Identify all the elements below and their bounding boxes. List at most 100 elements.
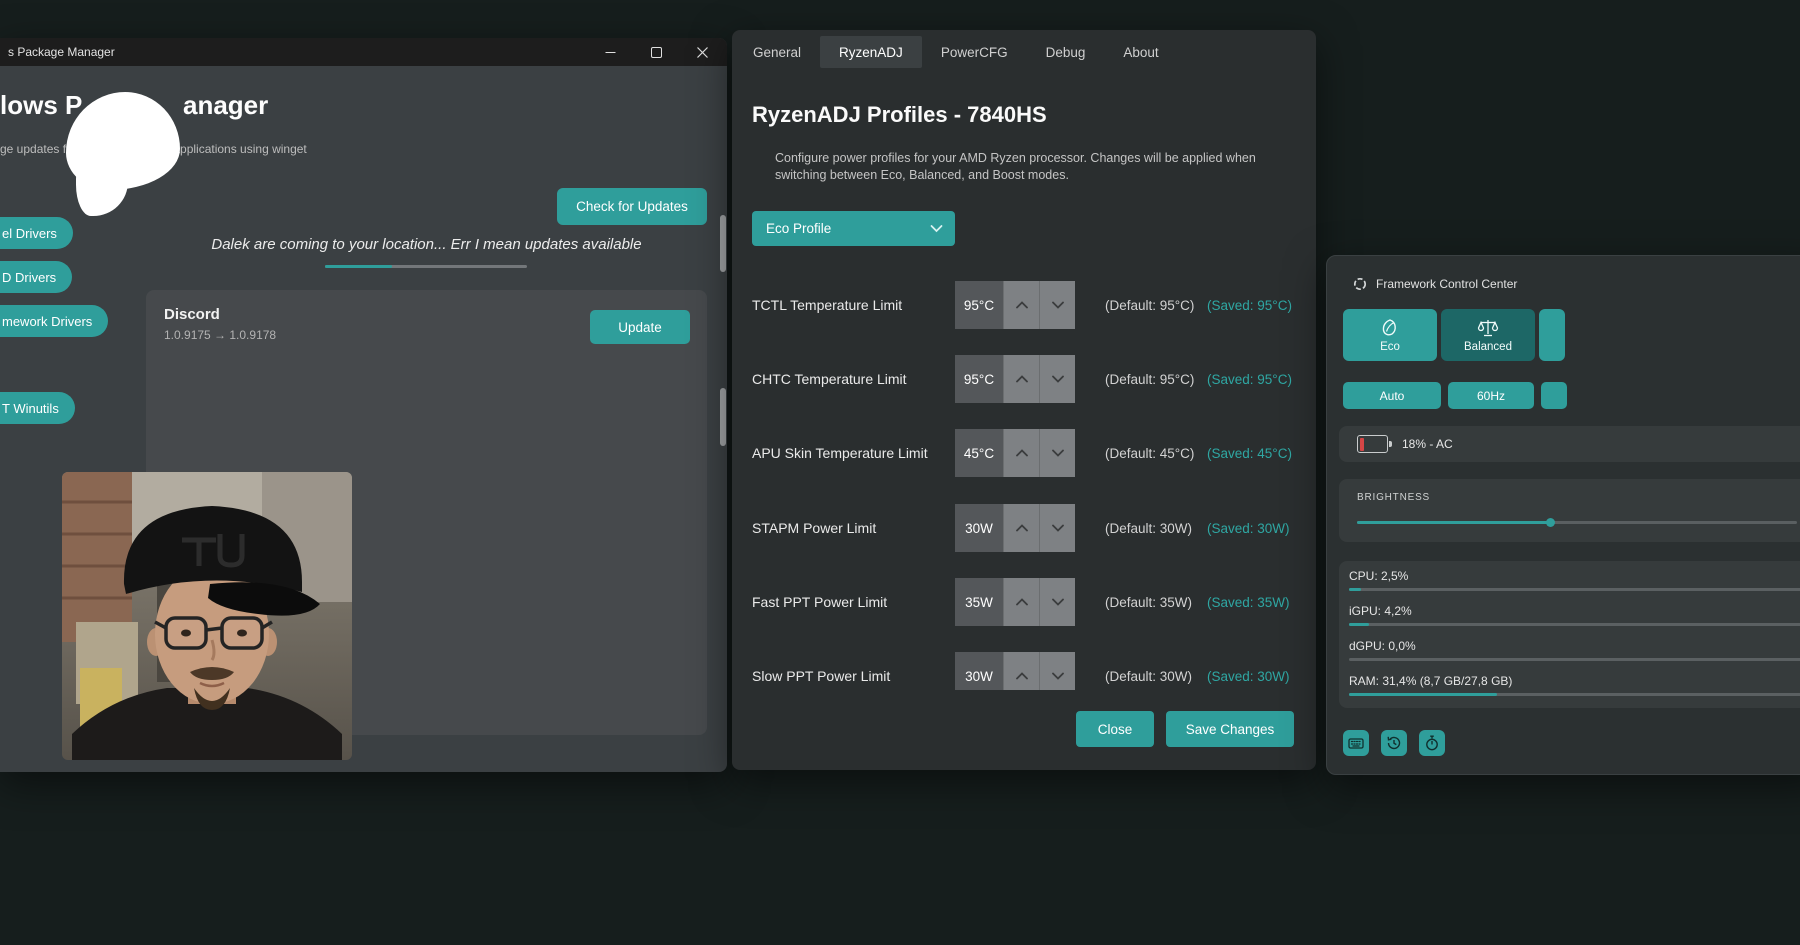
driver-button-intel[interactable]: el Drivers [0,217,73,249]
tab-bar: General RyzenADJ PowerCFG Debug About [734,36,1178,68]
spinner-value: 30W [955,652,1003,690]
check-for-updates-button[interactable]: Check for Updates [557,188,707,225]
chevron-down-icon [930,224,943,233]
setting-row-stapm: STAPM Power Limit 30W (Default: 30W) (Sa… [732,504,1316,552]
profile-button-balanced[interactable]: Balanced [1441,309,1535,361]
profile-button-label: Balanced [1464,341,1512,353]
spinner-down-button[interactable] [1039,281,1075,329]
setting-label: Fast PPT Power Limit [752,578,887,626]
mode-button-clipped[interactable] [1541,382,1567,409]
setting-label: TCTL Temperature Limit [752,281,902,329]
page-title: lows P [0,90,82,121]
spinner-down-button[interactable] [1039,429,1075,477]
driver-button-label: el Drivers [2,226,57,241]
close-icon [697,47,708,58]
chevron-up-icon [1016,449,1028,457]
brightness-section: BRIGHTNESS [1339,479,1800,542]
profile-dropdown-value: Eco Profile [766,221,831,236]
section-title: RyzenADJ Profiles - 7840HS [752,102,1047,128]
titlebar[interactable]: s Package Manager [0,38,727,66]
minimize-button[interactable] [587,38,633,66]
spinner-up-button[interactable] [1003,281,1039,329]
chevron-up-icon [1016,598,1028,606]
chevron-down-icon [1052,301,1064,309]
profile-button-clipped[interactable] [1539,309,1565,361]
driver-button-amd[interactable]: D Drivers [0,261,72,293]
close-button[interactable] [679,38,725,66]
update-button[interactable]: Update [590,310,690,344]
stat-ram: RAM: 31,4% (8,7 GB/27,8 GB) [1349,674,1800,696]
battery-text: 18% - AC [1402,437,1453,451]
section-description: Configure power profiles for your AMD Ry… [775,150,1256,184]
setting-label: APU Skin Temperature Limit [752,429,928,477]
spinner-value: 30W [955,504,1003,552]
spinner-down-button[interactable] [1039,355,1075,403]
stat-fill [1349,588,1361,591]
stopwatch-icon [1423,734,1441,752]
keyboard-icon [1347,734,1365,752]
stat-label: iGPU: 4,2% [1349,604,1800,618]
stat-dgpu: dGPU: 0,0% [1349,639,1800,661]
desktop: s Package Manager lows P anager ge updat… [0,0,1800,945]
driver-button-label: D Drivers [2,270,56,285]
chevron-down-icon [1052,375,1064,383]
chevron-up-icon [1016,524,1028,532]
value-spinner: 30W [955,504,1103,552]
tab-general[interactable]: General [734,36,820,68]
stat-bar [1349,693,1800,696]
history-button[interactable] [1381,730,1407,756]
spinner-up-button[interactable] [1003,355,1039,403]
maximize-icon [651,47,662,58]
close-dialog-button[interactable]: Close [1076,711,1154,747]
update-progress-bar [325,265,527,268]
setting-row-fast-ppt: Fast PPT Power Limit 35W (Default: 35W) … [732,578,1316,626]
leaf-icon [1380,318,1400,338]
setting-saved: (Saved: 35W) [1207,578,1290,626]
tab-debug[interactable]: Debug [1027,36,1105,68]
stat-fill [1349,623,1369,626]
scrollbar-thumb[interactable] [720,388,726,446]
scrollbar-thumb[interactable] [720,215,726,272]
driver-button-framework[interactable]: mework Drivers [0,305,108,337]
stat-label: RAM: 31,4% (8,7 GB/27,8 GB) [1349,674,1800,688]
setting-default: (Default: 45°C) [1105,429,1194,477]
brightness-slider[interactable] [1357,521,1797,524]
driver-button-label: T Winutils [2,401,59,416]
value-spinner: 95°C [955,281,1103,329]
spinner-up-button[interactable] [1003,429,1039,477]
maximize-button[interactable] [633,38,679,66]
setting-saved: (Saved: 30W) [1207,652,1290,690]
spinner-up-button[interactable] [1003,652,1039,690]
tab-about[interactable]: About [1104,36,1177,68]
app-name: Discord [164,306,220,323]
value-spinner: 35W [955,578,1103,626]
stopwatch-button[interactable] [1419,730,1445,756]
tab-powercfg[interactable]: PowerCFG [922,36,1027,68]
profile-button-label: Eco [1380,341,1400,353]
stat-cpu: CPU: 2,5% [1349,569,1800,591]
stat-bar [1349,623,1800,626]
mode-button-60hz[interactable]: 60Hz [1448,382,1534,409]
tab-ryzenadj[interactable]: RyzenADJ [820,36,922,68]
setting-label: Slow PPT Power Limit [752,652,890,690]
spinner-down-button[interactable] [1039,504,1075,552]
setting-default: (Default: 35W) [1105,578,1192,626]
spinner-value: 45°C [955,429,1003,477]
setting-default: (Default: 95°C) [1105,355,1194,403]
spinner-down-button[interactable] [1039,578,1075,626]
clock-history-icon [1385,734,1403,752]
chevron-up-icon [1016,375,1028,383]
mode-button-auto[interactable]: Auto [1343,382,1441,409]
keyboard-button[interactable] [1343,730,1369,756]
quick-action-row [1343,730,1445,756]
spinner-down-button[interactable] [1039,652,1075,690]
stat-bar [1349,588,1800,591]
profile-button-eco[interactable]: Eco [1343,309,1437,361]
stat-label: dGPU: 0,0% [1349,639,1800,653]
driver-button-winutils[interactable]: T Winutils [0,392,75,424]
profile-dropdown[interactable]: Eco Profile [752,211,955,246]
setting-saved: (Saved: 30W) [1207,504,1290,552]
spinner-up-button[interactable] [1003,504,1039,552]
save-changes-button[interactable]: Save Changes [1166,711,1294,747]
spinner-up-button[interactable] [1003,578,1039,626]
